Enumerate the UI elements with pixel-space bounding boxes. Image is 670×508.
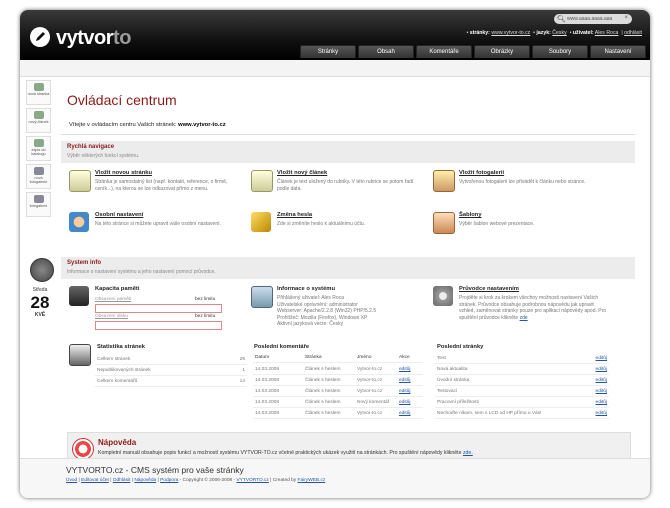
memory-bar	[95, 304, 222, 313]
sidebar-item-new-page[interactable]: nová stránka	[26, 80, 51, 105]
tab-files[interactable]: Soubory	[532, 45, 588, 58]
sidebar-item-new-article[interactable]: nový článek	[26, 108, 51, 133]
footer-link-fairyweb[interactable]: FairyWEB.cz	[298, 478, 326, 483]
table-row: Celkem stránek 26	[95, 354, 247, 365]
footer-link-vytvorto[interactable]: VYTVORTO.cz	[236, 478, 268, 483]
welcome-text: Vítejte v ovládacím centru Vašich stráne…	[69, 122, 226, 128]
system-info-section: System info Informace o nastavení systém…	[61, 257, 635, 279]
clock-icon	[30, 258, 54, 282]
pencil-article-icon	[251, 170, 273, 192]
page-title: Ovládací centrum	[67, 92, 177, 108]
pencil-logo-icon	[30, 27, 50, 47]
list-item: Testovací editůj	[435, 386, 609, 397]
search-field[interactable]: 🔍︎ www.aaaa.aaaa.aaa ×	[554, 14, 632, 24]
gears-icon	[433, 286, 453, 306]
edit-link[interactable]: editůj	[596, 411, 607, 416]
help-title: Nápověda	[98, 438, 137, 447]
edit-link[interactable]: editůj	[596, 378, 607, 383]
edit-link[interactable]: editůj	[399, 389, 410, 394]
photo-icon	[69, 344, 91, 366]
footer-link-edit-account[interactable]: Editovat účet	[81, 478, 109, 483]
main-nav: Stránky Obsah Komentáře Obrázky Soubory …	[300, 45, 646, 58]
sidebar-item-new-gallery[interactable]: nová fotogalerie	[26, 164, 51, 189]
tab-comments[interactable]: Komentáře	[416, 45, 472, 58]
quick-nav-section: Rychlá navigace Výběr některých funkcí s…	[61, 141, 635, 163]
table-row: 14.03.2008 Článek s heslem Vytvor-to.cz edi…	[253, 408, 423, 419]
list-item: Nová aktualita editůj	[435, 364, 609, 375]
table-row: 14.03.2008 Článek s heslem Vytvor-to.cz edi…	[253, 386, 423, 397]
footer-link-logout[interactable]: Odhlásit	[113, 478, 131, 483]
footer-link-help[interactable]: Nápověda	[134, 478, 156, 483]
lifebuoy-icon	[72, 438, 94, 460]
hard-drive-icon	[69, 286, 89, 306]
last-pages-title: Poslední stránky	[437, 344, 484, 350]
list-item: Test editůj	[435, 353, 609, 364]
list-item: Nechoďte nikam, sem s LCD od HP přímo u …	[435, 408, 609, 419]
wizard-link[interactable]: Průvodce nastavením	[459, 286, 519, 292]
footer: VYTVORTO.cz - CMS systém pro vaše stránk…	[20, 458, 650, 498]
comments-title: Poslední komentáře	[254, 344, 310, 350]
edit-link[interactable]: editůj	[399, 367, 410, 372]
close-icon[interactable]: ×	[624, 15, 628, 21]
search-icon: 🔍︎	[557, 16, 566, 23]
app-window: vytvorto 🔍︎ www.aaaa.aaaa.aaa × • stránk…	[20, 10, 650, 498]
user-icon	[69, 212, 89, 232]
key-icon	[251, 212, 271, 232]
memory-value: bez limitu	[195, 297, 216, 302]
logo[interactable]: vytvorto	[56, 27, 131, 50]
catalog-icon	[33, 139, 44, 147]
footer-title: VYTVORTO.cz - CMS systém pro vaše stránk…	[66, 465, 244, 475]
user-bar: • stránky: www.vytvor-to.cz • jazyk: Čes…	[466, 30, 642, 36]
memory-label: Obsazení paměti	[95, 297, 132, 302]
comments-header: Datum Stránka Jméno Akce	[253, 352, 423, 363]
edit-link[interactable]: editůj	[596, 356, 607, 361]
help-link[interactable]: zde.	[463, 450, 473, 456]
sub-toolbar	[20, 60, 650, 77]
gallery-icon	[33, 195, 44, 203]
footer-links: Úvod | Editovat účet | Odhlásit | Nápově…	[66, 478, 326, 483]
pages-select[interactable]: www.vytvor-to.cz	[491, 30, 530, 36]
disk-bar	[95, 321, 222, 330]
page-icon	[33, 83, 44, 91]
gallery-icon	[33, 167, 44, 175]
help-text: Kompletní manuál obsahuje popis funkcí a…	[98, 450, 473, 456]
tab-pages[interactable]: Stránky	[300, 45, 356, 58]
list-item: Pracovní příležitosti editůj	[435, 397, 609, 408]
pencil-page-icon	[69, 170, 91, 192]
edit-link[interactable]: editůj	[596, 400, 607, 405]
logout-link[interactable]: odhlásit	[624, 30, 642, 36]
stats-title: Statistika stránek	[97, 344, 146, 350]
header-bar: vytvorto 🔍︎ www.aaaa.aaaa.aaa × • stránk…	[20, 10, 650, 60]
tab-images[interactable]: Obrázky	[474, 45, 530, 58]
footer-link-home[interactable]: Úvod	[66, 478, 77, 483]
table-row: 14.03.2008 Článek s heslem Vytvor-to.cz edi…	[253, 375, 423, 386]
sidebar-item-gallery[interactable]: fotogalerie	[26, 192, 51, 217]
edit-link[interactable]: editůj	[399, 378, 410, 383]
disk-value: bez limitu	[195, 314, 216, 319]
list-item: Úvodní stránka editůj	[435, 375, 609, 386]
gallery-icon	[433, 170, 455, 192]
wizard-here-link[interactable]: zde	[520, 315, 528, 321]
edit-link[interactable]: editůj	[399, 411, 410, 416]
user-link[interactable]: Ales Roca	[595, 30, 619, 36]
sidebar-item-catalog[interactable]: zápis do katalogu	[26, 136, 51, 161]
tab-settings[interactable]: Nastavení	[590, 45, 646, 58]
monitor-icon	[251, 286, 273, 308]
tab-content[interactable]: Obsah	[358, 45, 414, 58]
edit-link[interactable]: editůj	[399, 400, 410, 405]
date-widget: Středa 28 KVĚ	[30, 287, 50, 318]
template-icon	[433, 212, 455, 234]
table-row: Celkem komentářů 14	[95, 376, 247, 387]
language-select[interactable]: Česky	[552, 30, 566, 36]
table-row: 14.03.2008 Článek s heslem Vytvor-to.cz edi…	[253, 364, 423, 375]
search-placeholder: www.aaaa.aaaa.aaa	[567, 15, 613, 22]
disk-label: Obsazení disku	[95, 314, 129, 319]
table-row: 14.03.2008 Článek s heslem Nový komentář ed…	[253, 397, 423, 408]
footer-link-support[interactable]: Podpora	[160, 478, 178, 483]
edit-link[interactable]: editůj	[596, 367, 607, 372]
article-icon	[33, 111, 44, 119]
table-row: Nepublikovaných stránek 1	[95, 365, 247, 376]
edit-link[interactable]: editůj	[596, 389, 607, 394]
